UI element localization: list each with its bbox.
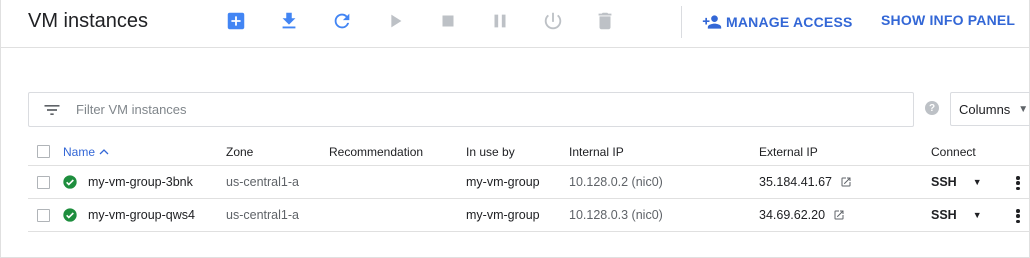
manage-access-label: MANAGE ACCESS [726, 14, 853, 30]
create-instance-button[interactable] [223, 8, 249, 34]
more-vert-icon[interactable] [1014, 174, 1022, 192]
ssh-connect[interactable]: SSH ▼ [931, 166, 982, 198]
table-header-row: Name Zone Recommendation In use by Inter… [28, 138, 1030, 166]
column-header-external-ip[interactable]: External IP [759, 138, 818, 165]
filter-bar[interactable] [28, 92, 914, 127]
column-header-zone[interactable]: Zone [226, 138, 253, 165]
table-row[interactable]: my-vm-group-3bnk us-central1-a my-vm-gro… [28, 166, 1030, 199]
instance-external-ip-cell: 35.184.41.67 [759, 166, 852, 198]
stop-icon [442, 15, 454, 27]
ssh-button[interactable]: SSH [931, 175, 957, 189]
stop-button[interactable] [435, 8, 461, 34]
more-vert-icon[interactable] [1014, 207, 1022, 225]
help-icon[interactable]: ? [925, 101, 939, 115]
pause-icon [494, 14, 506, 28]
row-checkbox[interactable] [37, 209, 50, 222]
show-info-panel-label: SHOW INFO PANEL [881, 12, 1016, 28]
play-icon [391, 14, 402, 28]
columns-dropdown[interactable]: Columns ▼ [950, 92, 1030, 126]
instance-name[interactable]: my-vm-group-3bnk [88, 166, 193, 198]
reset-button[interactable] [540, 8, 566, 34]
check-circle-icon [63, 175, 77, 189]
filter-input[interactable] [76, 102, 876, 117]
delete-button[interactable] [592, 8, 618, 34]
caret-down-icon[interactable]: ▼ [973, 177, 982, 187]
page-title: VM instances [28, 10, 149, 32]
table-row[interactable]: my-vm-group-qws4 us-central1-a my-vm-gro… [28, 199, 1030, 232]
instance-zone: us-central1-a [226, 175, 299, 189]
instance-external-ip: 35.184.41.67 [759, 175, 832, 189]
refresh-button[interactable] [329, 8, 355, 34]
column-header-connect: Connect [931, 144, 976, 159]
open-in-new-icon[interactable] [833, 209, 845, 221]
row-checkbox[interactable] [37, 176, 50, 189]
ssh-button[interactable]: SSH [931, 208, 957, 222]
instance-name[interactable]: my-vm-group-qws4 [88, 199, 195, 231]
show-info-panel-button[interactable]: SHOW INFO PANEL [881, 12, 1015, 28]
person-add-icon [702, 15, 722, 29]
column-header-internal-ip[interactable]: Internal IP [569, 138, 624, 165]
start-button[interactable] [382, 8, 408, 34]
add-box-icon [227, 12, 245, 30]
toolbar-divider [681, 6, 682, 38]
columns-label: Columns [959, 101, 1011, 117]
refresh-icon [334, 13, 350, 29]
sort-ascending-icon [99, 148, 109, 154]
column-header-name[interactable]: Name [63, 138, 109, 165]
chevron-down-icon: ▼ [1018, 103, 1029, 115]
column-header-name-label: Name [63, 144, 96, 159]
open-in-new-icon[interactable] [840, 176, 852, 188]
instance-zone: us-central1-a [226, 208, 299, 222]
ssh-connect[interactable]: SSH ▼ [931, 199, 982, 231]
instance-internal-ip: 10.128.0.3 (nic0) [569, 208, 663, 222]
suspend-button[interactable] [487, 8, 513, 34]
filter-list-icon [42, 100, 62, 120]
column-header-recommendation[interactable]: Recommendation [329, 138, 423, 165]
manage-access-button[interactable]: MANAGE ACCESS [702, 12, 853, 32]
power-icon [544, 12, 562, 30]
select-all-checkbox[interactable] [37, 145, 50, 158]
instance-external-ip-cell: 34.69.62.20 [759, 199, 845, 231]
import-vm-button[interactable] [276, 8, 302, 34]
instance-external-ip: 34.69.62.20 [759, 208, 826, 222]
column-header-in-use-by[interactable]: In use by [466, 138, 515, 165]
instance-internal-ip: 10.128.0.2 (nic0) [569, 175, 663, 189]
instance-in-use-by[interactable]: my-vm-group [466, 199, 540, 231]
check-circle-icon [63, 208, 77, 222]
instance-in-use-by[interactable]: my-vm-group [466, 166, 540, 198]
caret-down-icon[interactable]: ▼ [973, 210, 982, 220]
download-icon [282, 12, 296, 29]
vm-instances-table: Name Zone Recommendation In use by Inter… [28, 138, 1030, 232]
trash-icon [598, 12, 612, 30]
header-bar: VM instances MANAGE ACCESS SHOW INFO PAN… [0, 0, 1030, 48]
